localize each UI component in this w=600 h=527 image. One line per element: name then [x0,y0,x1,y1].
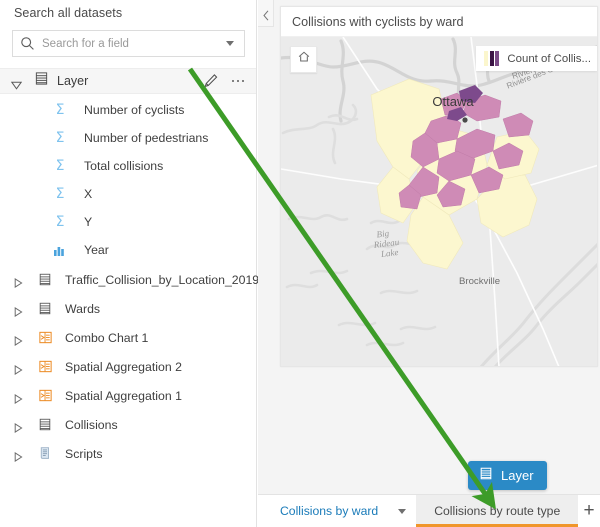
tab-label: Collisions by ward [280,504,378,518]
pencil-icon[interactable] [203,73,219,89]
page-title: Search all datasets [14,6,122,20]
sigma-glyph: Σ [56,159,65,173]
collapse-panel-button[interactable] [258,0,274,27]
dataset-list: Traffic_Collision_by_Location_2019 [0,265,256,468]
legend-swatch-2 [495,51,499,66]
list-item[interactable]: Σ X [0,180,256,208]
triangle-right-icon[interactable] [14,449,23,459]
field-label: Y [84,215,92,229]
triangle-right-icon[interactable] [14,333,23,343]
dataset-icon [38,417,54,433]
list-item[interactable]: Spatial Aggregation 1 [0,381,256,410]
dataset-label: Collisions [65,418,118,432]
chevron-down-icon[interactable] [398,509,406,514]
add-tab-button[interactable]: + [578,495,600,527]
list-item[interactable]: Σ Number of pedestrians [0,124,256,152]
data-panel: Search all datasets [0,0,257,527]
dataset-icon [38,301,54,317]
list-item[interactable]: Spatial Aggregation 2 [0,352,256,381]
map-card: Collisions with cyclists by ward [280,6,598,367]
list-item[interactable]: Σ Number of cyclists [0,96,256,124]
list-item[interactable]: Σ Y [0,208,256,236]
triangle-down-icon[interactable] [11,77,22,86]
triangle-right-icon[interactable] [14,275,23,285]
list-item[interactable]: Σ Total collisions [0,152,256,180]
bar-chart-icon [52,242,68,258]
map-label-brockville: Brockville [459,276,500,287]
plus-icon: + [584,500,595,522]
sigma-icon: Σ [52,158,68,174]
dataset-label: Wards [65,302,100,316]
tab-collisions-by-route-type[interactable]: Collisions by route type [416,495,578,527]
layer-callout-badge[interactable]: Layer [468,461,547,490]
dataset-icon [38,272,54,288]
field-label: Number of cyclists [84,103,184,117]
app-root: Search all datasets [0,0,600,527]
dataset-label: Scripts [65,447,103,461]
dataset-icon [34,71,49,91]
basemap: Ottawa Rivière des Outaouais Rivière des… [281,37,597,367]
search-input[interactable] [42,38,226,50]
sigma-glyph: Σ [56,131,65,145]
card-title: Collisions with cyclists by ward [281,7,597,37]
dataset-icon [479,466,493,486]
legend-label: Count of Collis... [507,53,591,65]
field-label: X [84,187,92,201]
field-label: Number of pedestrians [84,131,208,145]
workspace-area: Collisions with cyclists by ward [258,0,600,527]
field-label: Total collisions [84,159,163,173]
sigma-glyph: Σ [56,187,65,201]
map-label-ottawa: Ottawa [432,94,474,109]
ellipsis-icon[interactable] [232,80,245,83]
list-item[interactable]: Wards [0,294,256,323]
search-icon [20,36,35,51]
analysis-icon [38,359,54,375]
field-list: Σ Number of cyclists Σ Number of pedestr… [0,96,256,264]
legend-swatch-1 [490,51,494,66]
tab-collisions-by-ward[interactable]: Collisions by ward [258,495,384,527]
analysis-icon [38,388,54,404]
layer-group-label: Layer [57,74,88,88]
dataset-label: Combo Chart 1 [65,331,148,345]
sigma-glyph: Σ [56,215,65,229]
sigma-icon: Σ [52,130,68,146]
analysis-icon [38,330,54,346]
layer-group-row[interactable]: Layer [0,68,256,94]
sigma-icon: Σ [52,214,68,230]
tab-label: Collisions by route type [434,504,560,518]
triangle-right-icon[interactable] [14,420,23,430]
list-item[interactable]: Collisions [0,410,256,439]
triangle-right-icon[interactable] [14,304,23,314]
home-button[interactable] [290,46,317,73]
map-canvas[interactable]: Ottawa Rivière des Outaouais Rivière des… [281,37,597,367]
chevron-down-icon[interactable] [226,41,234,46]
legend-swatch-0 [484,51,488,66]
list-item[interactable]: Combo Chart 1 [0,323,256,352]
search-field-box[interactable] [12,30,245,57]
list-item[interactable]: Year [0,236,256,264]
list-item[interactable]: Traffic_Collision_by_Location_2019 [0,265,256,294]
dataset-label: Spatial Aggregation 1 [65,389,182,403]
layer-actions [203,73,257,89]
page-tab-bar: Collisions by ward Collisions by route t… [258,494,600,527]
dataset-label: Spatial Aggregation 2 [65,360,182,374]
sigma-icon: Σ [52,102,68,118]
sigma-icon: Σ [52,186,68,202]
triangle-right-icon[interactable] [14,391,23,401]
sigma-glyph: Σ [56,103,65,117]
triangle-right-icon[interactable] [14,362,23,372]
home-icon [297,50,311,69]
dataset-label: Traffic_Collision_by_Location_2019 [65,273,259,287]
script-icon [38,446,54,462]
field-label: Year [84,243,109,257]
legend-swatches [484,51,499,66]
chevron-left-icon [263,8,269,18]
legend-chip[interactable]: Count of Collis... [476,46,597,71]
list-item[interactable]: Scripts [0,439,256,468]
callout-label: Layer [501,468,534,483]
